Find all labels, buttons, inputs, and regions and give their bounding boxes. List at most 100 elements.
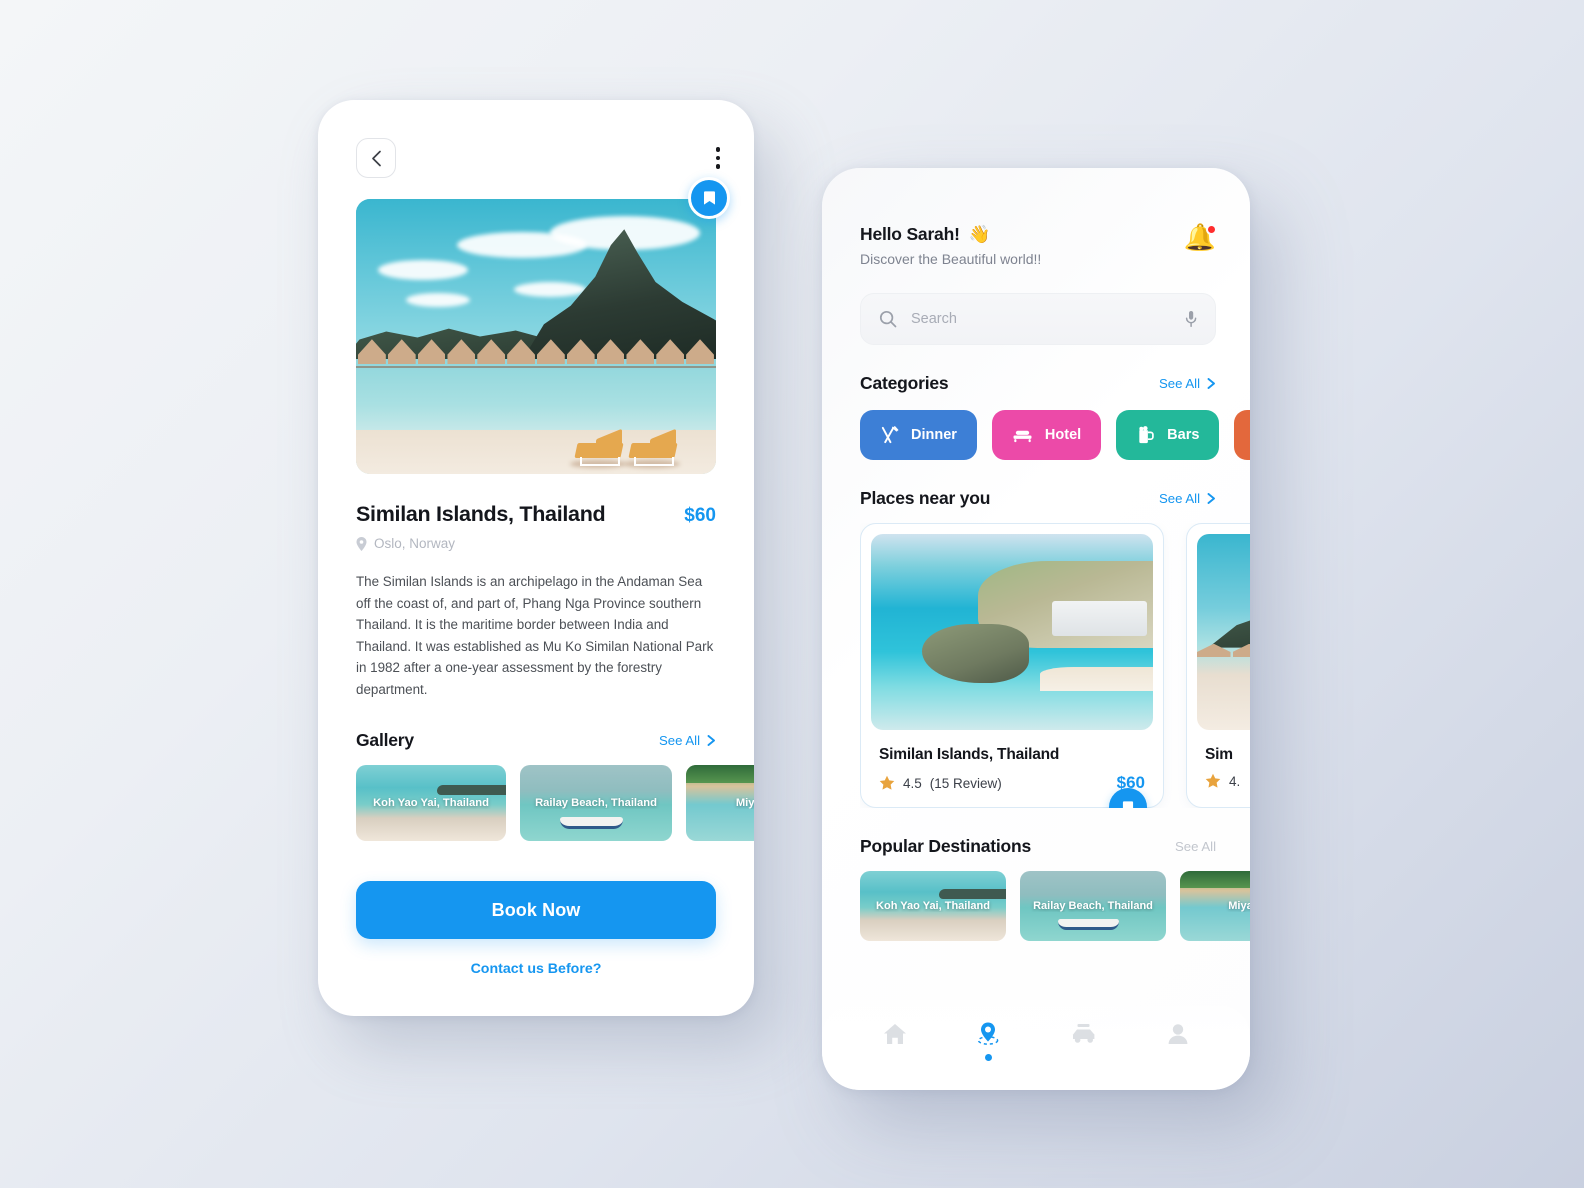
places-see-all-link[interactable]: See All [1159,491,1216,506]
hero-image [356,199,716,474]
gallery-title: Gallery [356,730,414,750]
beach-lounger [623,428,680,468]
beach-strip [1040,667,1153,691]
bookmark-icon [1122,800,1134,808]
place-card[interactable]: Similan Islands, Thailand 4.5 (15 Review… [860,523,1164,808]
tab-trips[interactable] [1069,1022,1099,1060]
popular-destination-caption: Koh Yao Yai, Thailand [876,900,990,912]
search-bar[interactable] [860,293,1216,345]
gallery-item[interactable]: Miyako Is [686,765,754,841]
place-card-image [1197,534,1250,730]
gallery-strip[interactable]: Koh Yao Yai, Thailand Railay Beach, Thai… [356,765,754,841]
kebab-dot [715,155,720,161]
category-chip-partial[interactable] [1234,410,1250,460]
rocky-peninsula [921,624,1029,683]
category-label: Dinner [911,427,957,443]
chevron-right-icon [1207,493,1215,504]
place-card[interactable]: Sim 4. [1186,523,1250,808]
kebab-dot [715,147,720,152]
cloud [406,292,471,307]
kebab-menu-icon[interactable] [712,143,725,173]
detail-title-row: Similan Islands, Thailand $60 [356,502,716,527]
detail-screen-phone: Similan Islands, Thailand $60 Oslo, Norw… [318,100,754,1016]
popular-destinations-header: Popular Destinations See All [860,836,1216,857]
places-see-all-label: See All [1158,491,1200,506]
star-icon [879,775,895,790]
beach-lounger [569,428,626,468]
gallery-see-all-link[interactable]: See All [659,733,716,748]
categories-strip[interactable]: Dinner Hotel Bars [860,410,1250,460]
home-screen-phone: Hello Sarah! 👋 Discover the Beautiful wo… [822,168,1250,1090]
notification-button[interactable]: 🔔 [1184,224,1217,250]
detail-location-text: Oslo, Norway [374,536,456,551]
places-cards-strip[interactable]: Similan Islands, Thailand 4.5 (15 Review… [860,523,1250,808]
contact-us-link[interactable]: Contact us Before? [318,961,754,977]
popular-destination-item[interactable]: Railay Beach, Thailand [1020,871,1166,941]
home-icon [883,1024,906,1044]
microphone-icon[interactable] [1185,310,1197,328]
categories-see-all-link[interactable]: See All [1159,376,1216,391]
category-chip-dinner[interactable]: Dinner [860,410,977,460]
gallery-header: Gallery See All [356,730,716,751]
cloud [514,281,587,297]
cutlery-icon [881,425,899,443]
gallery-see-all-label: See All [658,733,700,748]
place-card-meta: 4. [1205,773,1250,789]
bookmark-button[interactable] [688,177,730,219]
hero-pier [356,366,716,369]
tab-home[interactable] [882,1022,908,1060]
rating-value: 4. [1229,773,1241,789]
categories-see-all-label: See All [1158,376,1200,391]
bookmark-icon [703,191,715,205]
detail-description: The Similan Islands is an archipelago in… [356,574,714,697]
waving-hand-icon: 👋 [968,224,991,244]
greeting-text: Hello Sarah! [860,224,960,244]
tab-profile[interactable] [1166,1022,1190,1060]
book-now-button[interactable]: Book Now [356,881,716,939]
gallery-item-caption: Miyako Is [735,797,754,809]
cloud [377,259,468,280]
popular-see-all-link[interactable]: See All [1175,839,1216,854]
resort-buildings [1051,600,1148,636]
place-card-image [871,534,1153,730]
back-button[interactable] [356,138,396,178]
bungalows-row [1197,643,1250,658]
gallery-item-caption: Railay Beach, Thailand [535,797,657,809]
place-card-rating: 4. [1205,773,1240,789]
categories-header: Categories See All [860,373,1216,394]
place-card-title: Similan Islands, Thailand [879,746,1060,763]
popular-destination-caption: Miyako Is [1228,900,1250,912]
place-card-title: Sim [1205,746,1233,763]
popular-destinations-strip[interactable]: Koh Yao Yai, Thailand Railay Beach, Thai… [860,871,1250,941]
hero-bungalows [356,339,716,364]
tab-explore[interactable] [975,1021,1001,1061]
category-chip-hotel[interactable]: Hotel [991,410,1102,460]
kebab-dot [715,164,720,169]
gallery-item[interactable]: Railay Beach, Thailand [520,765,672,841]
search-icon [879,310,897,328]
bed-icon [1013,430,1032,442]
place-card-rating: 4.5 (15 Review) [879,775,1002,791]
rating-value: 4.5 [903,775,922,791]
popular-destination-item[interactable]: Miyako Is [1180,871,1250,941]
categories-title: Categories [860,373,949,393]
page-title: Similan Islands, Thailand [356,502,606,526]
places-near-you-header: Places near you See All [860,488,1216,509]
chevron-left-icon [371,150,381,166]
star-icon [1205,773,1221,788]
gallery-item[interactable]: Koh Yao Yai, Thailand [356,765,506,841]
bottom-tab-bar [822,1006,1250,1090]
popular-destination-caption: Railay Beach, Thailand [1033,900,1153,912]
beer-mug-icon [1139,426,1154,444]
detail-location: Oslo, Norway [356,536,716,551]
category-label: Hotel [1044,427,1082,443]
search-input[interactable] [911,311,1171,327]
chevron-right-icon [1207,378,1215,389]
category-chip-bars[interactable]: Bars [1116,410,1220,460]
detail-price: $60 [684,505,716,526]
gallery-item-caption: Koh Yao Yai, Thailand [373,797,489,809]
greeting-row: Hello Sarah! 👋 [860,224,1041,245]
greeting-subtitle: Discover the Beautiful world!! [860,251,1042,267]
popular-destination-item[interactable]: Koh Yao Yai, Thailand [860,871,1006,941]
popular-destinations-title: Popular Destinations [860,836,1032,856]
